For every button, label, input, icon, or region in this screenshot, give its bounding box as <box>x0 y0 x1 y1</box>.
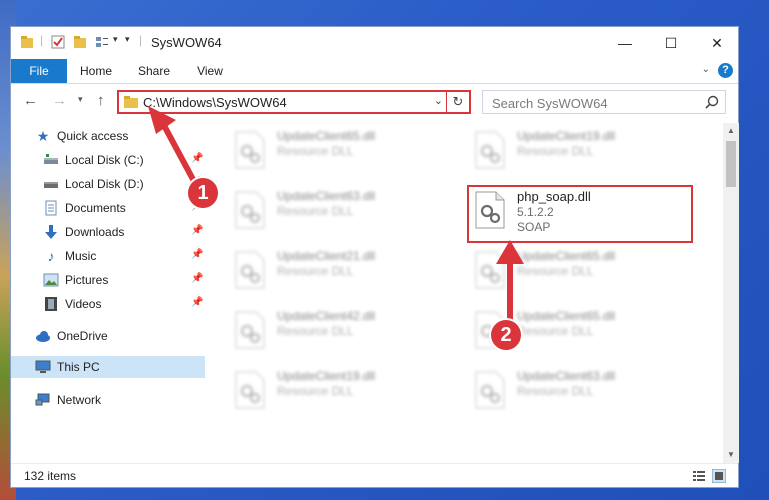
step-badge-1: 1 <box>186 176 220 210</box>
arrow-1-shaft <box>157 116 199 187</box>
arrow-2-head <box>496 240 524 264</box>
step-badge-2: 2 <box>489 318 523 352</box>
arrow-1-head <box>148 106 176 134</box>
annotation-arrows <box>148 106 524 320</box>
